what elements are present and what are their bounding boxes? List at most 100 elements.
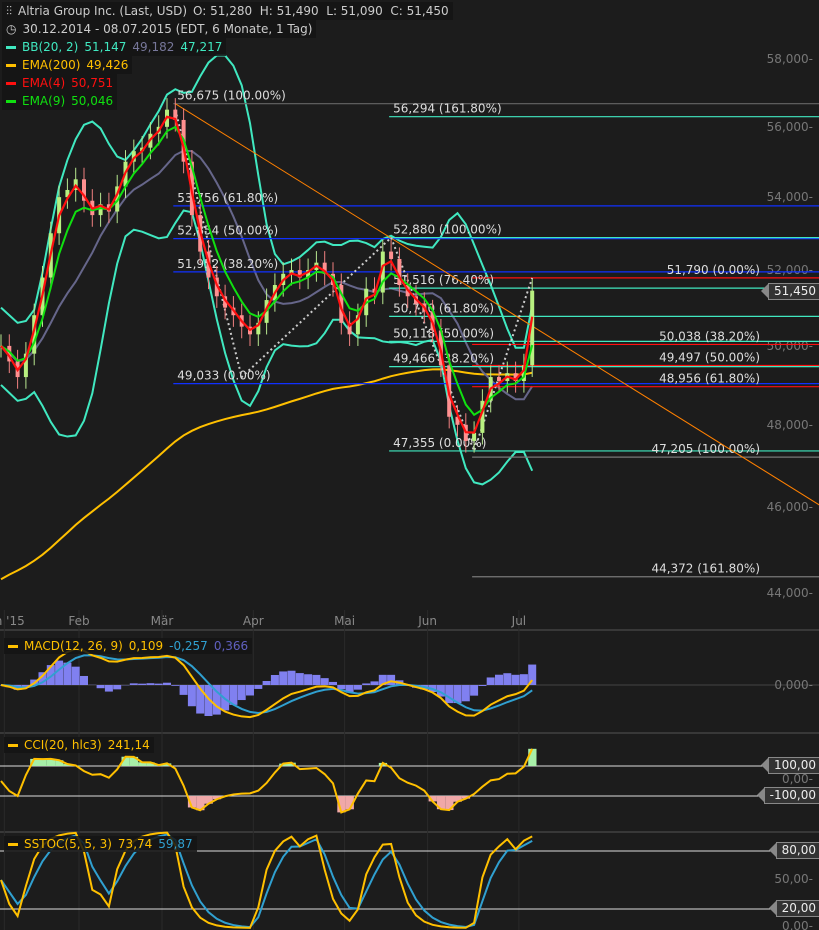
y-tick-label: 58,000- — [767, 52, 813, 66]
range-row: ◷ 30.12.2014 - 08.07.2015 (EDT, 6 Monate… — [2, 20, 317, 38]
ohlc-values: O: 51,280 H: 51,490 L: 51,090 C: 51,450 — [193, 4, 449, 18]
candle — [65, 178, 70, 209]
macd-histogram-bar — [461, 685, 470, 702]
cci-name: CCI(20, hlc3) — [24, 738, 102, 752]
candle — [23, 342, 28, 389]
legend-value: 51,147 — [84, 40, 127, 54]
macd-signal-value: -0,257 — [169, 639, 208, 653]
macd-histogram-bar — [495, 674, 503, 685]
macd-histogram-bar — [187, 685, 196, 707]
y-tick-label: 44,000- — [767, 586, 813, 600]
fib-level-label: 52,854 (50.00%) — [177, 224, 278, 238]
macd-histogram-bar — [80, 675, 88, 685]
macd-histogram-bar — [146, 683, 155, 685]
macd-histogram-bar — [295, 673, 304, 685]
legend-row: EMA(200) 49,426 — [2, 56, 133, 74]
macd-swatch — [8, 644, 18, 648]
fib-level-label: 49,033 (0.00%) — [177, 369, 270, 383]
candle-body — [472, 432, 477, 441]
candle-body — [497, 377, 501, 382]
macd-histogram-bar — [237, 685, 246, 701]
candle — [297, 258, 302, 290]
title-row: ⫶⫶ Altria Group Inc. (Last, USD) O: 51,2… — [2, 2, 453, 20]
macd-histogram-bar — [370, 681, 379, 685]
cci-header: CCI(20, hlc3) 241,14 — [4, 737, 154, 753]
fib-level-label: 51,952 (38.20%) — [177, 257, 278, 271]
macd-histogram-bar — [511, 674, 520, 685]
macd-histogram-bar — [519, 674, 528, 685]
macd-histogram-bar — [104, 685, 113, 692]
sstoc-swatch — [8, 842, 18, 846]
macd-name: MACD(12, 26, 9) — [24, 639, 123, 653]
macd-histogram-bar — [287, 670, 296, 685]
macd-histogram-bar — [279, 671, 288, 685]
y-tick-label: 52,000- — [767, 263, 813, 277]
macd-histogram-bar — [270, 674, 279, 685]
cci-upper-tag: 100,00 — [761, 757, 819, 774]
macd-histogram-bar — [353, 685, 362, 690]
cci-overbought-fill — [38, 759, 47, 766]
chart-legend: ⫶⫶ Altria Group Inc. (Last, USD) O: 51,2… — [2, 2, 453, 110]
fib-level-label: 50,770 (61.80%) — [393, 301, 494, 315]
candle — [98, 192, 103, 227]
legend-row: EMA(4) 50,751 — [2, 74, 118, 92]
legend-swatch — [6, 99, 16, 103]
indicator-settings-icon[interactable]: ⫶⫶ — [6, 2, 12, 20]
price-chart[interactable]: 58,000-56,000-54,000-52,000-50,000-48,00… — [0, 0, 819, 930]
sstoc-k-value: 73,74 — [117, 837, 153, 851]
sstoc-d-value: 59,87 — [158, 837, 193, 851]
legend-value: 49,182 — [132, 40, 175, 54]
legend-name: EMA(200) — [22, 58, 81, 72]
macd-histogram-bar — [320, 678, 329, 685]
date-range: 30.12.2014 - 08.07.2015 (EDT, 6 Monate, … — [22, 22, 313, 36]
macd-histogram-bar — [71, 666, 80, 685]
sstoc-upper-tag: 80,00 — [768, 842, 819, 859]
sstoc-lower-tag: 20,00 — [768, 900, 819, 917]
legend-swatch — [6, 63, 16, 67]
fib-level-label: 50,038 (38.20%) — [659, 329, 760, 343]
macd-histogram-bar — [129, 683, 138, 685]
candle — [322, 251, 327, 286]
legend-value: 49,426 — [86, 58, 129, 72]
sstoc-name: SSTOC(5, 5, 3) — [24, 837, 112, 851]
macd-histogram-bar — [246, 685, 254, 696]
legend-name: EMA(9) — [22, 94, 66, 108]
y-tick-label: 48,000- — [767, 418, 813, 432]
instrument-title: Altria Group Inc. (Last, USD) — [18, 4, 188, 18]
cci-overbought-fill — [528, 748, 537, 766]
candle — [347, 311, 352, 346]
macd-histogram-bar — [138, 683, 147, 685]
y-tick-label: 56,000- — [767, 120, 813, 134]
x-tick-label: Apr — [243, 614, 264, 628]
legend-name: EMA(4) — [22, 76, 66, 90]
macd-histogram-bar — [337, 685, 346, 690]
x-tick-label: Mär — [151, 614, 174, 628]
macd-histogram-bar — [312, 674, 321, 685]
macd-histogram-bar — [179, 685, 188, 695]
legend-swatch — [6, 45, 16, 49]
sstoc-mid-label: 50,00- — [774, 872, 813, 886]
y-tick-label: 54,000- — [767, 190, 813, 204]
macd-header: MACD(12, 26, 9) 0,109 -0,257 0,366 — [4, 638, 253, 654]
macd-histogram-bar — [486, 677, 495, 685]
x-tick-label: Jul — [511, 614, 526, 628]
y-tick-label: 46,000- — [767, 500, 813, 514]
macd-histogram-bar — [362, 683, 371, 685]
cci-value: 241,14 — [107, 738, 150, 752]
legend-value: 50,751 — [71, 76, 114, 90]
cci-swatch — [8, 743, 18, 747]
macd-histogram-bar — [154, 683, 163, 685]
x-tick-label: Jun — [417, 614, 437, 628]
candle — [82, 167, 86, 213]
macd-histogram-bar — [163, 682, 171, 685]
fib-level-label: 52,880 (100.00%) — [393, 223, 502, 237]
macd-histogram-bar — [478, 685, 487, 686]
sstoc-zero-label: 0,00- — [782, 919, 813, 930]
last-price-tag: 51,450 — [761, 283, 819, 300]
legend-name: BB(20, 2) — [22, 40, 79, 54]
legend-row: BB(20, 2) 51,147 49,182 47,217 — [2, 38, 227, 56]
cci-zero-label: 0,00- — [782, 772, 813, 786]
macd-histogram-bar — [262, 680, 271, 685]
x-tick-label: Mai — [334, 614, 355, 628]
macd-histogram-bar — [254, 685, 263, 689]
